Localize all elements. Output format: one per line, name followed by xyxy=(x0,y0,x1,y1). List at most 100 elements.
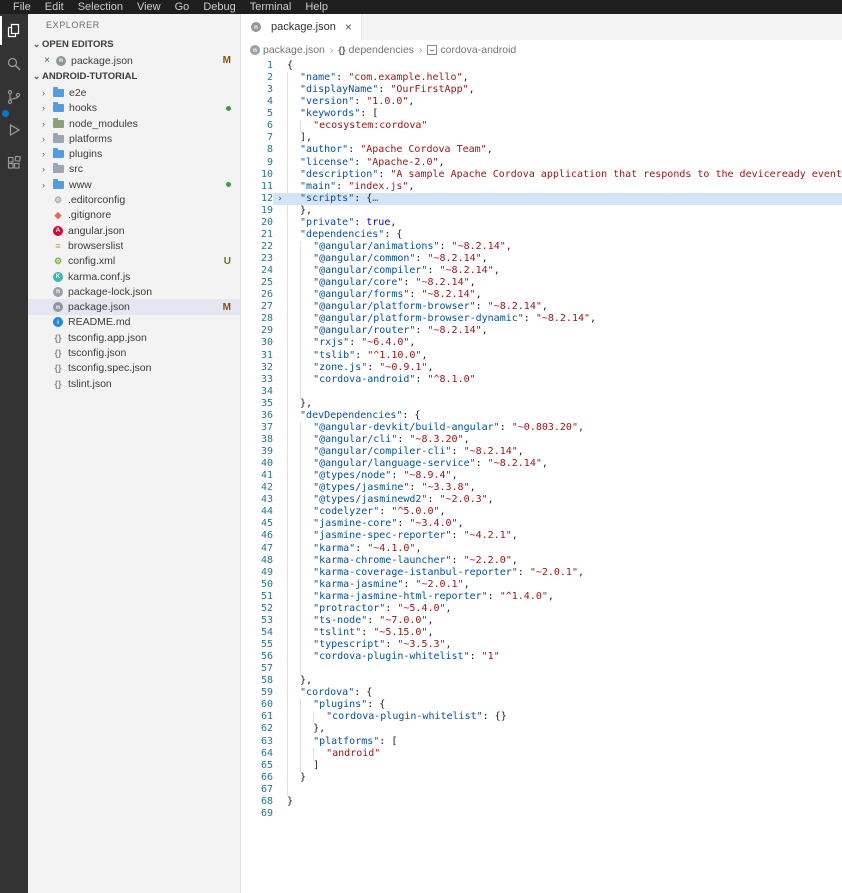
code-line-text[interactable]: "@types/jasmine": "~3.3.8", xyxy=(287,482,842,495)
code-line-text[interactable]: "@angular/animations": "~8.2.14", xyxy=(287,240,842,253)
code-line-49[interactable]: 49 "karma-coverage-istanbul-reporter": "~… xyxy=(241,566,842,579)
menu-edit[interactable]: Edit xyxy=(38,1,71,13)
code-line-text[interactable]: "description": "A sample Apache Cordova … xyxy=(287,168,842,181)
code-line-40[interactable]: 40 "@angular/language-service": "~8.2.14"… xyxy=(241,458,842,471)
code-line-text[interactable]: "@angular/compiler": "~8.2.14", xyxy=(287,265,842,278)
code-line-37[interactable]: 37 "@angular-devkit/build-angular": "~0.8… xyxy=(241,421,842,434)
code-line-4[interactable]: 4 "version": "1.0.0", xyxy=(241,96,842,109)
extensions-icon[interactable] xyxy=(0,146,28,179)
code-line-9[interactable]: 9 "license": "Apache-2.0", xyxy=(241,156,842,169)
tree-item-package-json[interactable]: n package.json M xyxy=(28,299,240,315)
code-line-64[interactable]: 64 "android" xyxy=(241,747,842,760)
code-line-35[interactable]: 35}, xyxy=(241,397,842,410)
code-line-22[interactable]: 22 "@angular/animations": "~8.2.14", xyxy=(241,240,842,253)
code-line-text[interactable]: "keywords": [ xyxy=(287,108,842,121)
code-line-text[interactable]: "@angular/compiler-cli": "~8.2.14", xyxy=(287,446,842,459)
close-icon[interactable]: × xyxy=(42,55,52,66)
menu-help[interactable]: Help xyxy=(298,1,335,13)
tree-item-tsconfig-json[interactable]: {} tsconfig.json xyxy=(28,345,240,360)
code-line-23[interactable]: 23 "@angular/common": "~8.2.14", xyxy=(241,253,842,266)
code-line-text[interactable]: }, xyxy=(287,204,842,217)
code-line-33[interactable]: 33 "cordova-android": "^8.1.0" xyxy=(241,373,842,386)
code-line-text[interactable]: "name": "com.example.hello", xyxy=(287,72,842,85)
tab-package-json[interactable]: n package.json × xyxy=(241,14,362,40)
code-line-1[interactable]: 1{ xyxy=(241,60,842,72)
code-line-text[interactable]: "license": "Apache-2.0", xyxy=(287,156,842,169)
code-line-52[interactable]: 52 "protractor": "~5.4.0", xyxy=(241,602,842,615)
code-line-text[interactable]: "@types/jasminewd2": "~2.0.3", xyxy=(287,494,842,507)
code-line-61[interactable]: 61 "cordova-plugin-whitelist": {} xyxy=(241,711,842,724)
code-line-42[interactable]: 42 "@types/jasmine": "~3.3.8", xyxy=(241,482,842,495)
code-line-text[interactable]: }, xyxy=(287,723,842,736)
code-line-3[interactable]: 3 "displayName": "OurFirstApp", xyxy=(241,84,842,97)
menu-file[interactable]: File xyxy=(6,1,38,13)
code-line-text[interactable]: "displayName": "OurFirstApp", xyxy=(287,84,842,97)
tree-item--editorconfig[interactable]: ⚙ .editorconfig xyxy=(28,192,240,207)
code-line-text[interactable]: "codelyzer": "^5.0.0", xyxy=(287,506,842,519)
code-line-text[interactable]: } xyxy=(287,771,842,784)
code-line-36[interactable]: 36 "devDependencies": { xyxy=(241,409,842,422)
code-line-19[interactable]: 19}, xyxy=(241,204,842,217)
code-line-38[interactable]: 38 "@angular/cli": "~8.3.20", xyxy=(241,433,842,446)
code-line-text[interactable]: "@angular/platform-browser": "~8.2.14", xyxy=(287,301,842,314)
code-line-text[interactable]: "karma": "~4.1.0", xyxy=(287,542,842,555)
code-line-31[interactable]: 31 "tslib": "^1.10.0", xyxy=(241,349,842,362)
code-line-text[interactable]: "platforms": [ xyxy=(287,735,842,748)
menu-terminal[interactable]: Terminal xyxy=(243,1,299,13)
tree-item-browserslist[interactable]: ≡ browserslist xyxy=(28,238,240,253)
code-line-text[interactable]: "devDependencies": { xyxy=(287,409,842,422)
code-line-text[interactable]: "karma-coverage-istanbul-reporter": "~2.… xyxy=(287,566,842,579)
tree-item-tslint-json[interactable]: {} tslint.json xyxy=(28,376,240,391)
code-line-text[interactable]: "@angular/router": "~8.2.14", xyxy=(287,325,842,338)
code-line-12[interactable]: 12 › "scripts": {… xyxy=(241,192,842,205)
menu-view[interactable]: View xyxy=(130,1,168,13)
code-area[interactable]: 1{2 "name": "com.example.hello", 3 "display… xyxy=(241,60,842,893)
tree-item-src[interactable]: › src xyxy=(28,162,240,177)
tab-close-icon[interactable]: × xyxy=(345,20,352,34)
code-line-text[interactable] xyxy=(287,783,842,796)
tree-item-e2e[interactable]: › e2e xyxy=(28,85,240,100)
code-line-55[interactable]: 55 "typescript": "~3.5.3", xyxy=(241,639,842,652)
menu-debug[interactable]: Debug xyxy=(196,1,242,13)
open-editors-header[interactable]: ⌄ OPEN EDITORS xyxy=(28,36,240,53)
menu-selection[interactable]: Selection xyxy=(71,1,130,13)
code-line-45[interactable]: 45 "jasmine-core": "~3.4.0", xyxy=(241,518,842,531)
code-line-text[interactable]: "@angular-devkit/build-angular": "~0.803… xyxy=(287,421,842,434)
code-line-50[interactable]: 50 "karma-jasmine": "~2.0.1", xyxy=(241,578,842,591)
search-icon[interactable] xyxy=(0,47,28,80)
code-line-text[interactable]: "@angular/common": "~8.2.14", xyxy=(287,253,842,266)
menu-go[interactable]: Go xyxy=(168,1,197,13)
workspace-folder-header[interactable]: ⌄ ANDROID-TUTORIAL xyxy=(28,68,240,85)
code-line-text[interactable]: "version": "1.0.0", xyxy=(287,96,842,109)
code-line-51[interactable]: 51 "karma-jasmine-html-reporter": "^1.4.0… xyxy=(241,590,842,603)
code-line-60[interactable]: 60 "plugins": { xyxy=(241,699,842,712)
code-line-text[interactable]: "ecosystem:cordova" xyxy=(287,120,842,133)
code-line-47[interactable]: 47 "karma": "~4.1.0", xyxy=(241,542,842,555)
code-line-68[interactable]: 68} xyxy=(241,796,842,808)
code-line-43[interactable]: 43 "@types/jasminewd2": "~2.0.3", xyxy=(241,494,842,507)
fold-chevron-icon[interactable]: › xyxy=(273,193,287,205)
code-line-text[interactable]: }, xyxy=(287,397,842,410)
code-line-11[interactable]: 11 "main": "index.js", xyxy=(241,180,842,193)
code-line-27[interactable]: 27 "@angular/platform-browser": "~8.2.14"… xyxy=(241,301,842,314)
code-line-25[interactable]: 25 "@angular/core": "~8.2.14", xyxy=(241,277,842,290)
code-line-text[interactable]: }, xyxy=(287,675,842,688)
tree-item-karma-conf-js[interactable]: Kkarma.conf.js xyxy=(28,269,240,284)
code-line-text[interactable]: "tslib": "^1.10.0", xyxy=(287,349,842,362)
code-line-text[interactable]: "@angular/cli": "~8.3.20", xyxy=(287,433,842,446)
code-line-66[interactable]: 66} xyxy=(241,771,842,784)
code-line-48[interactable]: 48 "karma-chrome-launcher": "~2.2.0", xyxy=(241,554,842,567)
code-line-6[interactable]: 6 "ecosystem:cordova" xyxy=(241,120,842,133)
code-line-text[interactable]: { xyxy=(287,60,842,72)
code-line-text[interactable]: "@angular/forms": "~8.2.14", xyxy=(287,289,842,302)
code-line-26[interactable]: 26 "@angular/forms": "~8.2.14", xyxy=(241,289,842,302)
tree-item-node-modules[interactable]: › node_modules xyxy=(28,116,240,131)
breadcrumb-item-cordova-android[interactable]: cordova-android xyxy=(427,44,516,56)
code-line-10[interactable]: 10 "description": "A sample Apache Cordov… xyxy=(241,168,842,181)
code-line-2[interactable]: 2 "name": "com.example.hello", xyxy=(241,72,842,85)
breadcrumb-item-package-json[interactable]: n package.json xyxy=(250,44,325,56)
code-line-text[interactable]: "scripts": {… xyxy=(287,192,842,205)
code-line-54[interactable]: 54 "tslint": "~5.15.0", xyxy=(241,626,842,639)
code-line-28[interactable]: 28 "@angular/platform-browser-dynamic": "… xyxy=(241,313,842,326)
code-line-text[interactable]: "rxjs": "~6.4.0", xyxy=(287,337,842,350)
